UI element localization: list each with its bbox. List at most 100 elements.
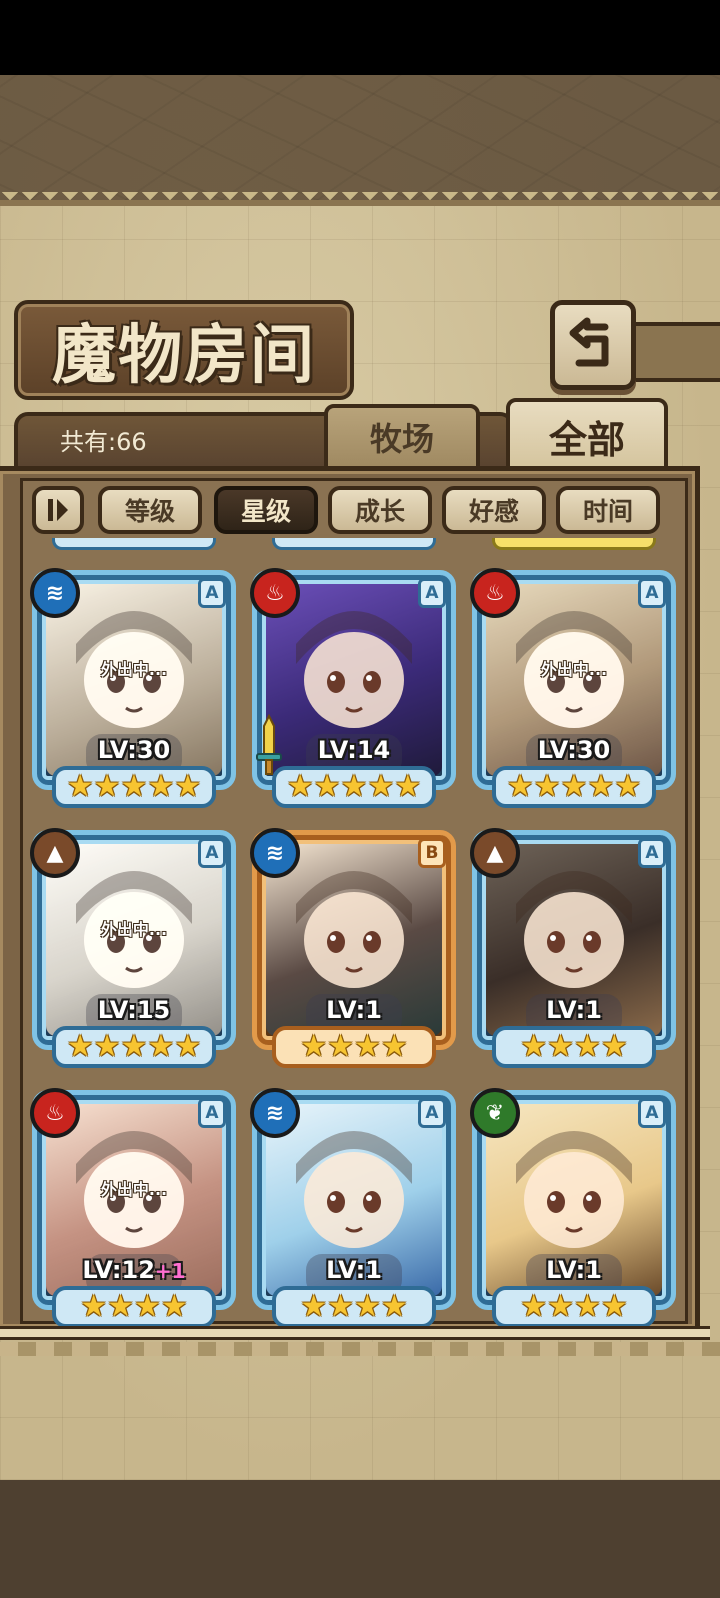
star-icon: ★ (174, 769, 202, 804)
rank-badge: A (418, 578, 446, 608)
rank-badge: A (198, 578, 226, 608)
star-icon: ★ (120, 1029, 148, 1064)
level-label: LV:1 (472, 996, 676, 1024)
star-rating: ★ ★ ★ ★ ★ (492, 766, 656, 808)
away-status: 外出中... (540, 660, 608, 679)
star-icon: ★ (547, 1289, 574, 1324)
panel-top-edge (0, 192, 720, 206)
earth-icon: ▲ (470, 828, 520, 878)
star-icon: ★ (93, 769, 121, 804)
card-previous-row (272, 538, 436, 550)
star-rating: ★ ★ ★ ★ ★ (52, 1026, 216, 1068)
title-banner: 魔物房间 (14, 300, 354, 400)
star-icon: ★ (134, 1289, 161, 1324)
star-icon: ★ (600, 1029, 628, 1064)
star-icon: ★ (520, 1029, 548, 1064)
level-label: LV:30 (32, 736, 236, 764)
star-icon: ★ (147, 769, 175, 804)
sort-star-button[interactable]: 星级 (214, 486, 318, 534)
card-previous-row (52, 538, 216, 550)
star-icon: ★ (547, 1029, 574, 1064)
star-icon: ★ (520, 1289, 548, 1324)
monster-card[interactable]: 外出中... ♨ A LV:30 ★ ★ ★ ★ ★ (470, 568, 676, 810)
sort-level-button[interactable]: 等级 (98, 486, 202, 534)
level-label: LV:30 (472, 736, 676, 764)
star-icon: ★ (560, 769, 588, 804)
level-value: LV:1 (546, 1256, 602, 1284)
star-icon: ★ (574, 1289, 601, 1324)
fire-icon: ♨ (30, 1088, 80, 1138)
star-icon: ★ (313, 769, 341, 804)
panel-bottom-edge (0, 1342, 720, 1356)
back-button-rail (632, 322, 720, 382)
sort-affection-button[interactable]: 好感 (442, 486, 546, 534)
rank-badge: A (418, 1098, 446, 1128)
monster-card[interactable]: 外出中... ♨ A LV:12+1 ★ ★ ★ ★ (30, 1088, 236, 1330)
fire-icon: ♨ (250, 568, 300, 618)
rank-badge: A (198, 838, 226, 868)
star-icon: ★ (574, 1029, 601, 1064)
tab-ranch[interactable]: 牧场 (324, 404, 480, 470)
sort-order-toggle[interactable] (32, 486, 84, 534)
total-count: 共有:66 (60, 428, 147, 456)
level-value: LV:15 (97, 996, 171, 1024)
monster-card[interactable]: ▲ A LV:1 ★ ★ ★ ★ (470, 828, 676, 1070)
star-rating: ★ ★ ★ ★ ★ (272, 766, 436, 808)
star-icon: ★ (80, 1289, 108, 1324)
star-icon: ★ (354, 1029, 381, 1064)
monster-card[interactable]: 外出中... ▲ A LV:15 ★ ★ ★ ★ ★ (30, 828, 236, 1070)
level-label: LV:14 (252, 736, 456, 764)
monster-card[interactable]: ❦ A LV:1 ★ ★ ★ ★ (470, 1088, 676, 1330)
page-title: 魔物房间 (52, 318, 316, 393)
star-icon: ★ (506, 769, 534, 804)
earth-icon: ▲ (30, 828, 80, 878)
rank-badge: A (198, 1098, 226, 1128)
sort-order-icon (48, 499, 68, 521)
water-icon: ≋ (250, 828, 300, 878)
star-icon: ★ (120, 769, 148, 804)
card-previous-row (492, 538, 656, 550)
level-value: LV:1 (546, 996, 602, 1024)
level-value: LV:1 (326, 996, 382, 1024)
water-icon: ≋ (250, 1088, 300, 1138)
star-rating: ★ ★ ★ ★ (272, 1286, 436, 1328)
star-icon: ★ (93, 1029, 121, 1064)
monster-card[interactable]: ≋ A LV:1 ★ ★ ★ ★ (250, 1088, 456, 1330)
level-label: LV:1 (252, 1256, 456, 1284)
rank-badge: A (638, 578, 666, 608)
monster-card[interactable]: ≋ B LV:1 ★ ★ ★ ★ (250, 828, 456, 1070)
star-icon: ★ (300, 1029, 328, 1064)
sort-growth-button[interactable]: 成长 (328, 486, 432, 534)
star-icon: ★ (327, 1289, 354, 1324)
star-icon: ★ (614, 769, 642, 804)
star-icon: ★ (286, 769, 314, 804)
level-label: LV:12+1 (32, 1256, 236, 1284)
level-value: LV:14 (317, 736, 391, 764)
star-icon: ★ (160, 1289, 188, 1324)
star-rating: ★ ★ ★ ★ (492, 1286, 656, 1328)
star-icon: ★ (380, 1029, 408, 1064)
star-rating: ★ ★ ★ ★ (492, 1026, 656, 1068)
star-icon: ★ (174, 1029, 202, 1064)
back-button[interactable] (550, 300, 636, 390)
star-rating: ★ ★ ★ ★ ★ (52, 766, 216, 808)
tab-all[interactable]: 全部 (506, 398, 668, 474)
star-icon: ★ (533, 769, 561, 804)
level-bonus: +1 (154, 1259, 186, 1283)
star-icon: ★ (147, 1029, 175, 1064)
back-arrow-icon (569, 317, 609, 367)
star-icon: ★ (327, 1029, 354, 1064)
star-icon: ★ (394, 769, 422, 804)
fire-icon: ♨ (470, 568, 520, 618)
monster-card[interactable]: 外出中... ≋ A LV:30 ★ ★ ★ ★ ★ (30, 568, 236, 810)
star-icon: ★ (367, 769, 395, 804)
wood-icon: ❦ (470, 1088, 520, 1138)
star-icon: ★ (66, 769, 94, 804)
sort-time-button[interactable]: 时间 (556, 486, 660, 534)
status-bar-area (0, 0, 720, 75)
level-value: LV:30 (537, 736, 611, 764)
monster-card[interactable]: ♨ A LV:14 ★ ★ ★ ★ ★ (250, 568, 456, 810)
star-icon: ★ (340, 769, 368, 804)
rank-badge: B (418, 838, 446, 868)
level-label: LV:15 (32, 996, 236, 1024)
